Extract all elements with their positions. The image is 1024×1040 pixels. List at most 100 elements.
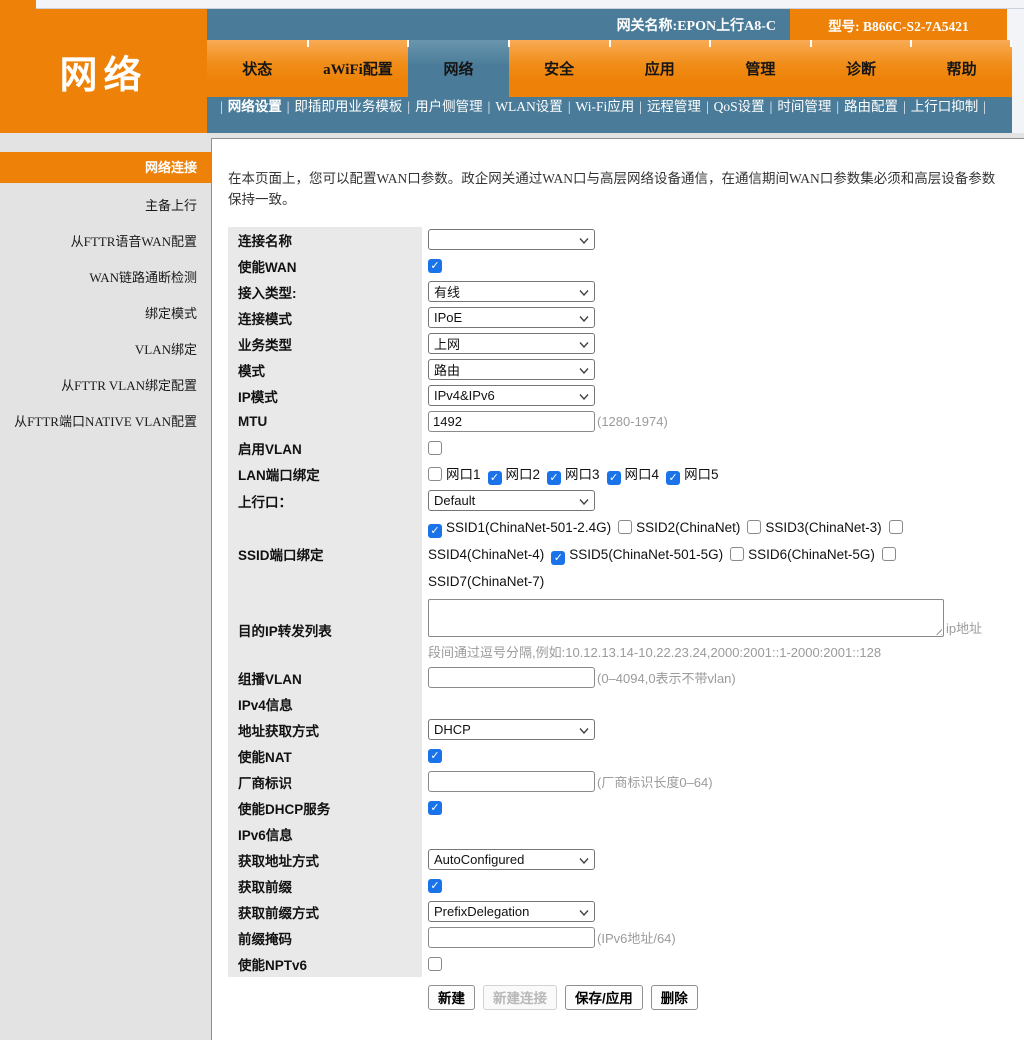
ipv6-address-acquisition-select[interactable]: AutoConfigured: [428, 849, 595, 870]
lan-port-binding-checkbox-4[interactable]: ✓: [607, 471, 621, 485]
form-row-vendor-id: 厂商标识(厂商标识长度0–64): [228, 769, 1024, 795]
sidebar-item-network-connection[interactable]: 网络连接: [0, 152, 211, 183]
sidebar-item-fttr-vlan-binding-config[interactable]: 从FTTR VLAN绑定配置: [0, 368, 211, 404]
lan-port-binding-checkbox-1[interactable]: [428, 467, 442, 481]
ssid-port-binding-checkbox-2[interactable]: [618, 520, 632, 534]
sidebar-item-wan-link-detection[interactable]: WAN链路通断检测: [0, 260, 211, 296]
form-row-enable-vlan: 启用VLAN: [228, 435, 1024, 461]
enable-wan-checkbox[interactable]: ✓: [428, 259, 442, 273]
prefix-mask-input[interactable]: [428, 927, 595, 948]
lan-port-binding-option: ✓网口4: [600, 467, 660, 482]
tab-security[interactable]: 安全: [509, 40, 610, 97]
subnav-item-time-management[interactable]: 时间管理: [777, 99, 831, 114]
tab-awifi-config[interactable]: aWiFi配置: [308, 40, 409, 97]
field-label-multicast-vlan: 组播VLAN: [228, 665, 422, 691]
select-value: PrefixDelegation: [434, 904, 529, 919]
ssid-port-binding-checkbox-7[interactable]: [882, 547, 896, 561]
ssid-port-binding-option: SSID6(ChinaNet-5G): [723, 547, 875, 562]
lan-port-binding-checkbox-3[interactable]: ✓: [547, 471, 561, 485]
ssid-port-binding-option: SSID2(ChinaNet): [611, 520, 740, 535]
form-row-enable-dhcp-service: 使能DHCP服务✓: [228, 795, 1024, 821]
save-apply-button[interactable]: 保存/应用: [565, 985, 643, 1010]
ssid-port-binding-checkbox-6[interactable]: [730, 547, 744, 561]
prefix-mask-hint: (IPv6地址/64): [597, 928, 676, 947]
ssid-port-binding-checkbox-3[interactable]: [747, 520, 761, 534]
subnav-separator: |: [407, 99, 410, 114]
chevron-down-icon: [579, 388, 589, 403]
chevron-down-icon: [579, 310, 589, 325]
tab-separator: [307, 40, 309, 47]
browser-top-strip: [0, 0, 1024, 9]
subnav-separator: |: [903, 99, 906, 114]
multicast-vlan-input[interactable]: [428, 667, 595, 688]
sidebar-item-fttr-port-native-vlan-config[interactable]: 从FTTR端口NATIVE VLAN配置: [0, 404, 211, 440]
select-value: 路由: [434, 360, 460, 379]
lan-port-binding-checkbox-5[interactable]: ✓: [666, 471, 680, 485]
tab-help[interactable]: 帮助: [911, 40, 1012, 97]
enable-nat-checkbox[interactable]: ✓: [428, 749, 442, 763]
option-label: 网口5: [684, 467, 719, 482]
tab-network[interactable]: 网络: [408, 40, 509, 97]
input-value: 1492: [433, 414, 462, 429]
tab-separator: [910, 40, 912, 47]
ssid-port-binding-checkbox-5[interactable]: ✓: [551, 551, 565, 565]
new-button[interactable]: 新建: [428, 985, 475, 1010]
ssid-port-binding-checkbox-1[interactable]: ✓: [428, 524, 442, 538]
field-label-connection-name: 连接名称: [228, 227, 422, 253]
sidebar-item-vlan-binding[interactable]: VLAN绑定: [0, 332, 211, 368]
dest-ip-forward-list-textarea[interactable]: [428, 599, 944, 637]
access-type-select[interactable]: 有线: [428, 281, 595, 302]
subnav-item-route-config[interactable]: 路由配置: [844, 99, 898, 114]
prefix-acquisition-mode-select[interactable]: PrefixDelegation: [428, 901, 595, 922]
sidebar-item-fttr-voice-wan-config[interactable]: 从FTTR语音WAN配置: [0, 224, 211, 260]
lan-port-binding-checkbox-2[interactable]: ✓: [488, 471, 502, 485]
tab-management[interactable]: 管理: [710, 40, 811, 97]
check-icon: ✓: [430, 802, 439, 814]
connection-mode-select[interactable]: IPoE: [428, 307, 595, 328]
mtu-input[interactable]: 1492: [428, 411, 595, 432]
field-label-enable-nat: 使能NAT: [228, 743, 422, 769]
enable-nptv6-checkbox[interactable]: [428, 957, 442, 971]
tab-application[interactable]: 应用: [610, 40, 711, 97]
field-control-connection-mode: IPoE: [428, 305, 1024, 331]
lan-port-binding-group: 网口1✓网口2✓网口3✓网口4✓网口5: [428, 461, 719, 488]
sidebar-item-binding-mode[interactable]: 绑定模式: [0, 296, 211, 332]
check-icon: ✓: [430, 525, 439, 537]
subnav-item-network-settings[interactable]: 网络设置: [228, 99, 282, 114]
chevron-down-icon: [579, 722, 589, 737]
subnav-item-remote-management[interactable]: 远程管理: [647, 99, 701, 114]
field-label-mtu: MTU: [228, 409, 422, 435]
sidebar-item-primary-backup-uplink[interactable]: 主备上行: [0, 188, 211, 224]
form-row-ipv6-info: IPv6信息: [228, 821, 1024, 847]
subnav-separator: |: [706, 99, 709, 114]
subnav-item-user-side-management[interactable]: 用户侧管理: [415, 99, 483, 114]
address-acquisition-select[interactable]: DHCP: [428, 719, 595, 740]
field-label-mode: 模式: [228, 357, 422, 383]
subnav-item-plug-and-play-template[interactable]: 即插即用业务模板: [294, 99, 402, 114]
field-control-ipv4-info: [428, 691, 1024, 717]
tab-status[interactable]: 状态: [207, 40, 308, 97]
enable-vlan-checkbox[interactable]: [428, 441, 442, 455]
subnav-item-wlan-settings[interactable]: WLAN设置: [495, 99, 563, 114]
form-row-enable-wan: 使能WAN✓: [228, 253, 1024, 279]
check-icon: ✓: [554, 552, 563, 564]
enable-dhcp-service-checkbox[interactable]: ✓: [428, 801, 442, 815]
field-label-ssid-port-binding: SSID端口绑定: [228, 514, 422, 595]
service-type-select[interactable]: 上网: [428, 333, 595, 354]
acquire-prefix-checkbox[interactable]: ✓: [428, 879, 442, 893]
subnav-item-qos-settings[interactable]: QoS设置: [714, 99, 765, 114]
delete-button[interactable]: 删除: [651, 985, 698, 1010]
connection-name-select[interactable]: [428, 229, 595, 250]
subnav-item-wifi-application[interactable]: Wi-Fi应用: [576, 99, 635, 114]
mode-select[interactable]: 路由: [428, 359, 595, 380]
subnav-item-uplink-suppression[interactable]: 上行口抑制: [911, 99, 979, 114]
ssid-port-binding-checkbox-4[interactable]: [889, 520, 903, 534]
ip-mode-select[interactable]: IPv4&IPv6: [428, 385, 595, 406]
vendor-id-input[interactable]: [428, 771, 595, 792]
field-label-enable-nptv6: 使能NPTv6: [228, 951, 422, 977]
uplink-port-select[interactable]: Default: [428, 490, 595, 511]
field-label-lan-port-binding: LAN端口绑定: [228, 461, 422, 488]
vendor-id-hint: (厂商标识长度0–64): [597, 772, 713, 791]
field-label-prefix-acquisition-mode: 获取前缀方式: [228, 899, 422, 925]
tab-diagnosis[interactable]: 诊断: [811, 40, 912, 97]
